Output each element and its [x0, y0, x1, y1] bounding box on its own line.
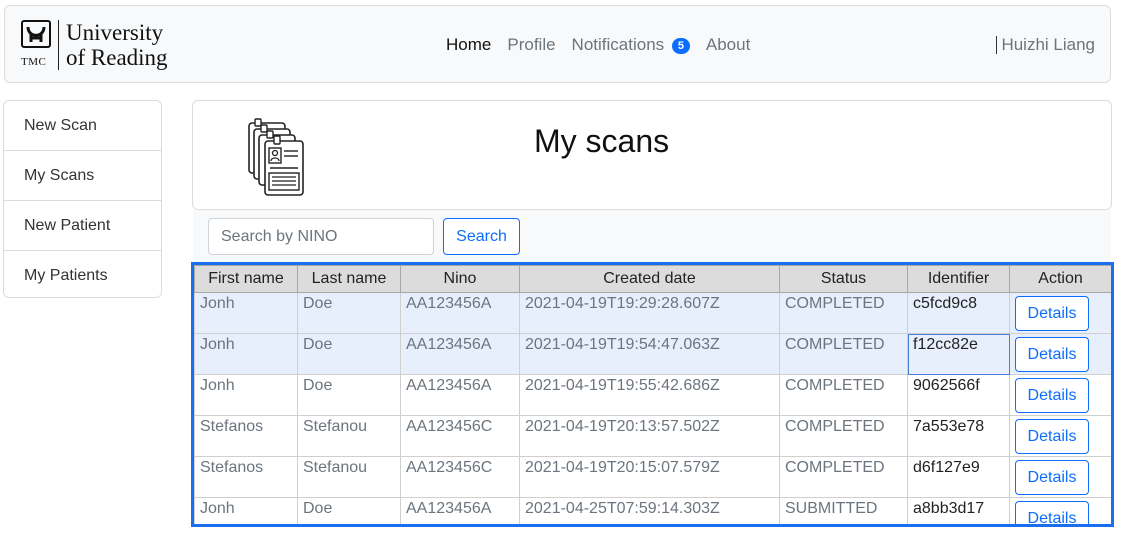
- cell-last-name[interactable]: Doe: [297, 292, 401, 334]
- sidebar-item-new-patient[interactable]: New Patient: [4, 201, 161, 251]
- cell-nino[interactable]: AA123456A: [400, 374, 520, 416]
- cell-status[interactable]: COMPLETED: [779, 415, 908, 457]
- document-stack-icon: [246, 116, 306, 203]
- cell-created-date[interactable]: 2021-04-19T20:13:57.502Z: [519, 415, 780, 457]
- cell-identifier[interactable]: f12cc82e: [907, 333, 1010, 375]
- cell-nino[interactable]: AA123456A: [400, 333, 520, 375]
- cell-action: Details: [1009, 374, 1111, 416]
- cell-created-date[interactable]: 2021-04-19T19:55:42.686Z: [519, 374, 780, 416]
- cell-action: Details: [1009, 497, 1111, 524]
- cell-first-name[interactable]: Jonh: [194, 497, 298, 524]
- user-menu[interactable]: Huizhi Liang: [996, 35, 1095, 55]
- scans-table: First name Last name Nino Created date S…: [191, 262, 1114, 527]
- cell-nino[interactable]: AA123456C: [400, 456, 520, 498]
- nav-home[interactable]: Home: [446, 35, 491, 55]
- table-row[interactable]: Stefanos Stefanou AA123456C 2021-04-19T2…: [194, 456, 1111, 498]
- details-button[interactable]: Details: [1015, 419, 1089, 454]
- page-title: My scans: [534, 123, 670, 159]
- sidebar-item-new-scan[interactable]: New Scan: [4, 101, 161, 151]
- details-button[interactable]: Details: [1015, 460, 1089, 495]
- column-header-identifier[interactable]: Identifier: [907, 265, 1010, 293]
- cell-action: Details: [1009, 292, 1111, 334]
- nav-notifications[interactable]: Notifications 5: [572, 35, 690, 55]
- cell-nino[interactable]: AA123456A: [400, 292, 520, 334]
- search-input[interactable]: [208, 218, 434, 255]
- details-button[interactable]: Details: [1015, 296, 1089, 331]
- table-row[interactable]: Jonh Doe AA123456A 2021-04-19T19:54:47.0…: [194, 333, 1111, 375]
- notification-count-badge: 5: [671, 37, 690, 54]
- column-header-action: Action: [1009, 265, 1111, 293]
- column-header-first-name[interactable]: First name: [194, 265, 298, 293]
- sidebar: New Scan My Scans New Patient My Patient…: [3, 100, 162, 298]
- logo-divider: [58, 20, 59, 70]
- table-row[interactable]: Jonh Doe AA123456A 2021-04-19T19:29:28.6…: [194, 292, 1111, 334]
- table-row[interactable]: Jonh Doe AA123456A 2021-04-19T19:55:42.6…: [194, 374, 1111, 416]
- cell-first-name[interactable]: Jonh: [194, 333, 298, 375]
- details-button[interactable]: Details: [1015, 337, 1089, 372]
- cell-last-name[interactable]: Doe: [297, 333, 401, 375]
- top-navbar: TMC University of Reading Home Profile N…: [4, 5, 1111, 83]
- university-logo[interactable]: TMC University of Reading: [21, 20, 168, 70]
- table-row[interactable]: Stefanos Stefanou AA123456C 2021-04-19T2…: [194, 415, 1111, 457]
- user-name: Huizhi Liang: [1001, 35, 1095, 54]
- cell-action: Details: [1009, 456, 1111, 498]
- cell-last-name[interactable]: Stefanou: [297, 415, 401, 457]
- column-header-status[interactable]: Status: [779, 265, 908, 293]
- cell-first-name[interactable]: Stefanos: [194, 415, 298, 457]
- search-bar: Search: [193, 210, 1111, 262]
- cell-created-date[interactable]: 2021-04-25T07:59:14.303Z: [519, 497, 780, 524]
- logo-mark-text: TMC: [21, 56, 47, 68]
- cell-first-name[interactable]: Jonh: [194, 374, 298, 416]
- cell-nino[interactable]: AA123456A: [400, 497, 520, 524]
- cell-status[interactable]: COMPLETED: [779, 374, 908, 416]
- cell-status[interactable]: COMPLETED: [779, 292, 908, 334]
- cell-last-name[interactable]: Stefanou: [297, 456, 401, 498]
- cell-action: Details: [1009, 415, 1111, 457]
- logo-line-1: University: [66, 20, 164, 45]
- sidebar-item-my-scans[interactable]: My Scans: [4, 151, 161, 201]
- nav-notifications-label: Notifications: [571, 35, 665, 54]
- cell-created-date[interactable]: 2021-04-19T20:15:07.579Z: [519, 456, 780, 498]
- cell-identifier[interactable]: 7a553e78: [907, 415, 1010, 457]
- cell-first-name[interactable]: Jonh: [194, 292, 298, 334]
- cell-identifier[interactable]: d6f127e9: [907, 456, 1010, 498]
- cell-created-date[interactable]: 2021-04-19T19:29:28.607Z: [519, 292, 780, 334]
- cell-created-date[interactable]: 2021-04-19T19:54:47.063Z: [519, 333, 780, 375]
- cell-last-name[interactable]: Doe: [297, 374, 401, 416]
- column-header-created-date[interactable]: Created date: [519, 265, 780, 293]
- cell-nino[interactable]: AA123456C: [400, 415, 520, 457]
- search-button[interactable]: Search: [443, 218, 520, 255]
- cell-status[interactable]: SUBMITTED: [779, 497, 908, 524]
- sidebar-item-my-patients[interactable]: My Patients: [4, 251, 161, 297]
- cell-first-name[interactable]: Stefanos: [194, 456, 298, 498]
- nav-about[interactable]: About: [706, 35, 750, 55]
- crest-icon: TMC: [21, 20, 53, 68]
- text-cursor-icon: [996, 36, 998, 54]
- cell-status[interactable]: COMPLETED: [779, 333, 908, 375]
- details-button[interactable]: Details: [1015, 378, 1089, 413]
- logo-wordmark: University of Reading: [66, 20, 168, 70]
- column-header-nino[interactable]: Nino: [400, 265, 520, 293]
- cell-identifier[interactable]: 9062566f: [907, 374, 1010, 416]
- nav-profile[interactable]: Profile: [507, 35, 555, 55]
- cell-identifier[interactable]: c5fcd9c8: [907, 292, 1010, 334]
- cell-identifier[interactable]: a8bb3d17: [907, 497, 1010, 524]
- cell-action: Details: [1009, 333, 1111, 375]
- details-button[interactable]: Details: [1015, 501, 1089, 524]
- cell-last-name[interactable]: Doe: [297, 497, 401, 524]
- table-row[interactable]: Jonh Doe AA123456A 2021-04-25T07:59:14.3…: [194, 497, 1111, 524]
- logo-line-2: of Reading: [66, 45, 168, 70]
- column-header-last-name[interactable]: Last name: [297, 265, 401, 293]
- page-header-card: My scans: [192, 100, 1112, 210]
- main-nav: Home Profile Notifications 5 About: [446, 35, 766, 55]
- cell-status[interactable]: COMPLETED: [779, 456, 908, 498]
- table-header-row: First name Last name Nino Created date S…: [194, 265, 1111, 293]
